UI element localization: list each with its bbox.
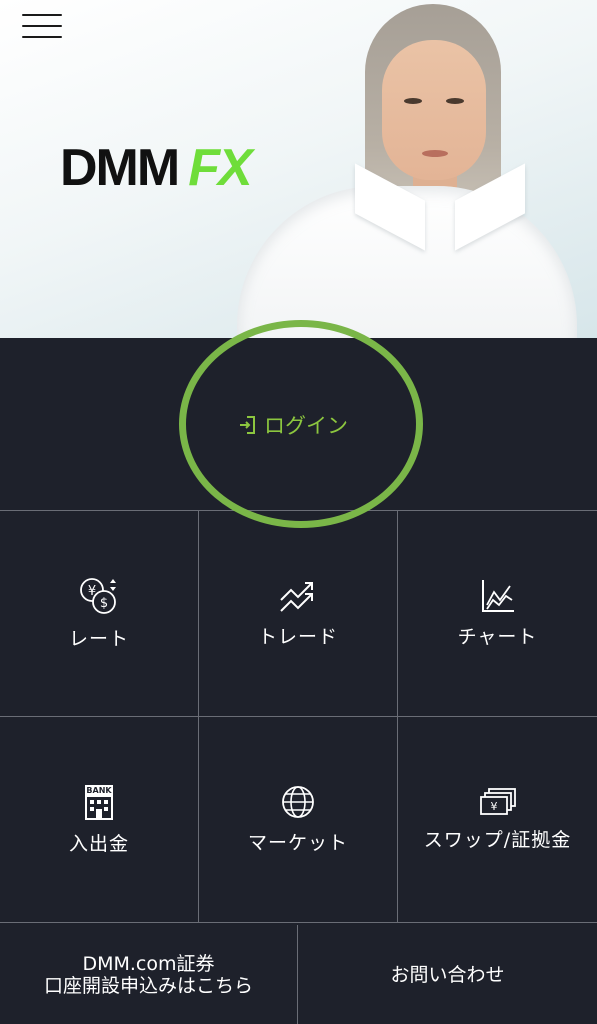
globe-icon bbox=[282, 786, 314, 818]
banknotes-icon: ¥ bbox=[479, 788, 516, 815]
menu-label: レート bbox=[68, 628, 129, 650]
menu-icon[interactable] bbox=[22, 14, 62, 38]
contact-link[interactable]: お問い合わせ bbox=[298, 925, 597, 1024]
login-icon bbox=[240, 416, 255, 434]
open-account-link[interactable]: DMM.com証券 口座開設申込みはこちら bbox=[0, 925, 298, 1024]
hero-banner: DMM FX bbox=[0, 0, 597, 338]
logo-dmm: DMM bbox=[60, 139, 180, 197]
login-label: ログイン bbox=[264, 414, 348, 438]
menu-label: スワップ/証拠金 bbox=[423, 829, 572, 851]
menu-item-rate[interactable]: ¥ $ レート bbox=[0, 511, 199, 717]
svg-text:¥: ¥ bbox=[490, 800, 497, 813]
menu-item-deposit[interactable]: BANK 入出金 bbox=[0, 717, 199, 923]
menu-item-trade[interactable]: トレード bbox=[199, 511, 398, 717]
menu-item-chart[interactable]: チャート bbox=[398, 511, 597, 717]
svg-text:$: $ bbox=[100, 596, 108, 611]
open-account-line1: DMM.com証券 bbox=[82, 952, 215, 975]
dmm-fx-logo: DMM FX bbox=[60, 138, 253, 198]
currency-exchange-icon: ¥ $ bbox=[80, 578, 116, 614]
model-photo bbox=[237, 0, 597, 338]
contact-label: お問い合わせ bbox=[390, 963, 505, 986]
menu-label: マーケット bbox=[247, 832, 348, 854]
login-section: ログイン bbox=[0, 320, 597, 528]
bank-icon: BANK bbox=[85, 785, 113, 820]
menu-item-swap-margin[interactable]: ¥ スワップ/証拠金 bbox=[398, 717, 597, 923]
menu-grid: ¥ $ レート トレード チャート BANK 入出金 マーケット ¥ スワップ/… bbox=[0, 511, 597, 923]
chart-icon bbox=[481, 580, 514, 612]
trend-arrows-icon bbox=[280, 582, 313, 612]
open-account-line2: 口座開設申込みはこちら bbox=[43, 974, 253, 997]
menu-label: トレード bbox=[257, 626, 338, 648]
login-button[interactable]: ログイン bbox=[238, 410, 348, 440]
footer-links: DMM.com証券 口座開設申込みはこちら お問い合わせ bbox=[0, 925, 597, 1024]
menu-item-market[interactable]: マーケット bbox=[199, 717, 398, 923]
menu-label: 入出金 bbox=[68, 833, 129, 855]
menu-label: チャート bbox=[457, 626, 538, 648]
bank-icon-text: BANK bbox=[86, 786, 112, 795]
